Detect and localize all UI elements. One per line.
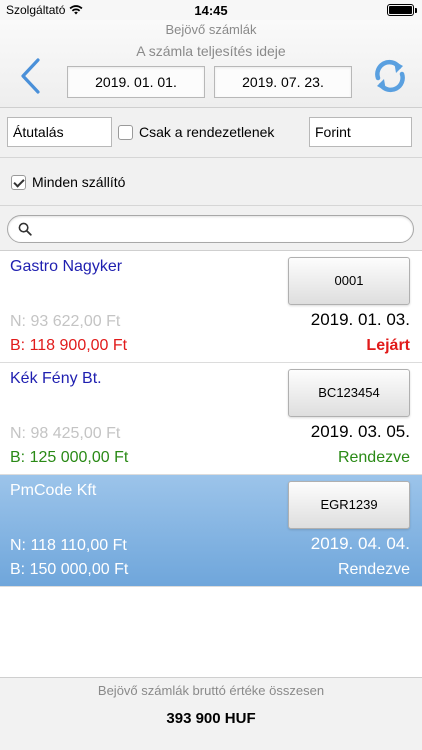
- invoice-row[interactable]: Kék Fény Bt. BC123454 N: 98 425,00 Ft 20…: [0, 363, 422, 475]
- invoice-status: Rendezve: [337, 561, 410, 578]
- total-value: 393 900 HUF: [166, 710, 256, 727]
- invoice-gross-amount: B: 118 900,00 Ft: [10, 337, 128, 354]
- clock: 14:45: [194, 3, 228, 18]
- total-footer: Bejövő számlák bruttó értéke összesen 39…: [0, 677, 422, 750]
- date-range-label: A számla teljesítés ideje: [136, 43, 286, 59]
- only-unsettled-label: Csak a rendezetlenek: [139, 124, 275, 140]
- header: Bejövő számlák A számla teljesítés ideje…: [0, 20, 422, 108]
- battery-fill: [389, 6, 412, 14]
- invoice-net-amount: N: 93 622,00 Ft: [10, 313, 121, 330]
- date-from-field[interactable]: 2019. 01. 01.: [67, 66, 205, 98]
- currency-select[interactable]: Forint: [309, 117, 412, 147]
- invoice-id-button[interactable]: BC123454: [288, 369, 410, 417]
- all-suppliers-toggle[interactable]: Minden szállító: [11, 174, 125, 190]
- invoice-id-button[interactable]: 0001: [288, 257, 410, 305]
- page-title: Bejövő számlák: [165, 22, 257, 37]
- invoice-list: Gastro Nagyker 0001 N: 93 622,00 Ft 2019…: [0, 251, 422, 587]
- invoice-id-button[interactable]: EGR1239: [288, 481, 410, 529]
- date-to-field[interactable]: 2019. 07. 23.: [214, 66, 352, 98]
- only-unsettled-toggle[interactable]: Csak a rendezetlenek: [118, 124, 274, 140]
- invoice-net-amount: N: 118 110,00 Ft: [10, 537, 127, 554]
- all-suppliers-label: Minden szállító: [32, 174, 126, 190]
- search-input[interactable]: [7, 215, 414, 243]
- invoice-net-amount: N: 98 425,00 Ft: [10, 425, 121, 442]
- payment-method-select[interactable]: Átutalás: [7, 117, 112, 147]
- invoice-gross-amount: B: 125 000,00 Ft: [10, 449, 129, 466]
- refresh-icon: [375, 59, 405, 93]
- battery-icon: [387, 4, 417, 16]
- search-bar: [0, 206, 422, 251]
- only-unsettled-checkbox[interactable]: [118, 124, 133, 140]
- back-button[interactable]: [14, 56, 48, 96]
- invoice-supplier: PmCode Kft: [10, 482, 97, 499]
- chevron-left-icon: [21, 58, 40, 94]
- invoice-status: Rendezve: [337, 449, 410, 466]
- all-suppliers-checkbox[interactable]: [11, 174, 26, 190]
- invoice-gross-amount: B: 150 000,00 Ft: [10, 561, 129, 578]
- invoice-row[interactable]: Gastro Nagyker 0001 N: 93 622,00 Ft 2019…: [0, 251, 422, 363]
- supplier-filter-row: Minden szállító: [0, 158, 422, 206]
- invoice-supplier: Gastro Nagyker: [10, 258, 123, 275]
- invoice-date: 2019. 03. 05.: [310, 422, 410, 441]
- total-label: Bejövő számlák bruttó értéke összesen: [97, 683, 325, 698]
- status-bar: Szolgáltató 14:45: [0, 0, 422, 20]
- invoice-supplier: Kék Fény Bt.: [10, 370, 102, 387]
- invoice-date: 2019. 01. 03.: [310, 310, 410, 329]
- search-icon: [18, 222, 32, 236]
- refresh-button[interactable]: [370, 56, 410, 96]
- invoice-date: 2019. 04. 04.: [310, 534, 410, 553]
- invoice-status: Lejárt: [366, 337, 410, 354]
- filter-bar: Átutalás Csak a rendezetlenek Forint: [0, 108, 422, 158]
- invoice-row-selected[interactable]: PmCode Kft EGR1239 N: 118 110,00 Ft 2019…: [0, 475, 422, 587]
